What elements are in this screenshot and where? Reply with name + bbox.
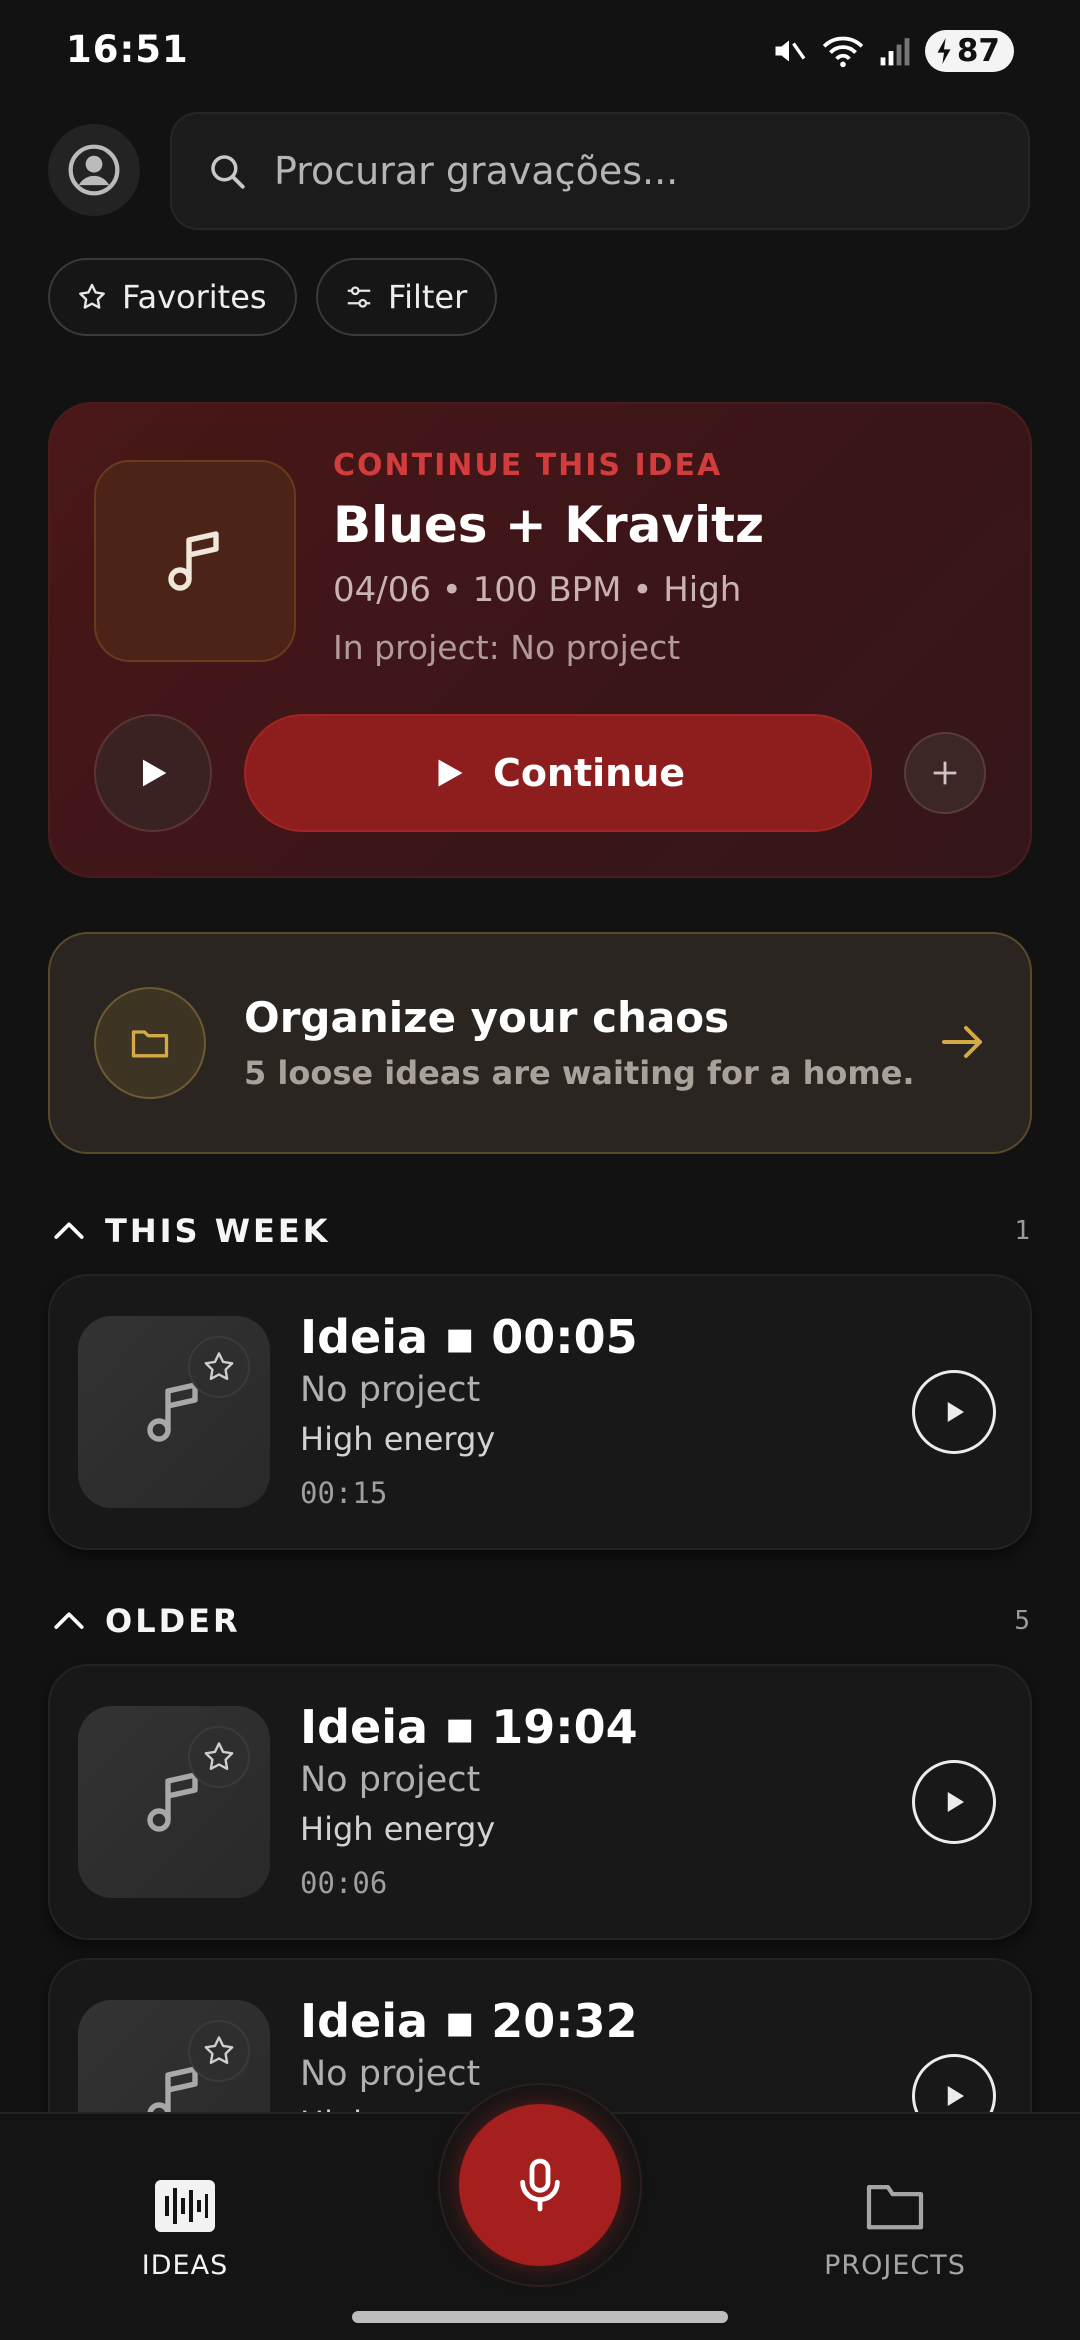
waveform-icon bbox=[130, 2180, 240, 2232]
continue-label: Continue bbox=[492, 751, 686, 795]
play-icon bbox=[431, 755, 467, 791]
filter-label: Filter bbox=[388, 278, 468, 316]
search-icon bbox=[206, 150, 248, 192]
continue-title: Blues + Kravitz bbox=[333, 496, 765, 554]
nav-ideas-label: IDEAS bbox=[141, 2250, 229, 2281]
play-icon bbox=[939, 2081, 969, 2111]
idea-title: Ideia ▪ 19:04 bbox=[300, 1700, 638, 1754]
idea-artwork bbox=[94, 460, 296, 662]
idea-title: Ideia ▪ 20:32 bbox=[300, 1994, 638, 2048]
mute-icon bbox=[771, 33, 807, 69]
star-icon bbox=[201, 1349, 237, 1385]
battery-icon: 87 bbox=[924, 30, 1014, 72]
continue-eyebrow: CONTINUE THIS IDEA bbox=[333, 448, 723, 483]
wifi-icon bbox=[821, 33, 865, 69]
play-button[interactable] bbox=[912, 1760, 996, 1844]
plus-icon bbox=[928, 756, 962, 790]
avatar-icon bbox=[66, 142, 122, 198]
add-to-project-button[interactable] bbox=[904, 732, 986, 814]
filter-icon bbox=[344, 282, 374, 312]
favorite-star-button[interactable] bbox=[188, 1726, 250, 1788]
section-title-this-week[interactable]: THIS WEEK bbox=[105, 1212, 331, 1250]
favorites-chip[interactable]: Favorites bbox=[48, 258, 297, 336]
star-icon bbox=[201, 2033, 237, 2069]
microphone-icon bbox=[508, 2153, 572, 2217]
music-note-icon bbox=[159, 525, 231, 597]
nav-projects-label: PROJECTS bbox=[824, 2250, 966, 2281]
favorite-star-button[interactable] bbox=[188, 2020, 250, 2082]
continue-meta: 04/06 • 100 BPM • High bbox=[333, 570, 742, 610]
continue-button[interactable]: Continue bbox=[244, 714, 872, 832]
play-icon bbox=[133, 753, 173, 793]
play-icon bbox=[939, 1787, 969, 1817]
organize-title: Organize your chaos bbox=[244, 993, 730, 1042]
idea-title: Ideia ▪ 00:05 bbox=[300, 1310, 638, 1364]
idea-energy: High energy bbox=[300, 1420, 496, 1458]
battery-level: 87 bbox=[956, 33, 1000, 69]
home-indicator[interactable] bbox=[352, 2311, 728, 2323]
idea-project: No project bbox=[300, 2054, 481, 2094]
organize-subtitle: 5 loose ideas are waiting for a home. bbox=[244, 1054, 915, 1092]
folder-badge bbox=[94, 987, 206, 1099]
status-time: 16:51 bbox=[66, 28, 189, 71]
play-preview-button[interactable] bbox=[94, 714, 212, 832]
star-icon bbox=[76, 281, 108, 313]
filter-chip[interactable]: Filter bbox=[316, 258, 498, 336]
idea-project: No project bbox=[300, 1370, 481, 1410]
nav-ideas-tab[interactable]: IDEAS bbox=[130, 2180, 240, 2281]
idea-duration: 00:15 bbox=[300, 1476, 388, 1510]
chevron-up-icon[interactable] bbox=[52, 1216, 86, 1244]
record-button[interactable] bbox=[459, 2104, 621, 2266]
search-input[interactable]: Procurar gravações... bbox=[170, 112, 1030, 230]
arrow-right-icon[interactable] bbox=[940, 1022, 988, 1062]
chevron-up-icon[interactable] bbox=[52, 1606, 86, 1634]
continue-project: In project: No project bbox=[333, 628, 681, 667]
idea-energy: High energy bbox=[300, 1810, 496, 1848]
idea-project: No project bbox=[300, 1760, 481, 1800]
folder-icon bbox=[800, 2180, 990, 2232]
section-title-older[interactable]: OLDER bbox=[105, 1602, 241, 1640]
search-placeholder: Procurar gravações... bbox=[274, 149, 679, 193]
status-icons: 87 bbox=[771, 30, 1014, 72]
play-icon bbox=[939, 1397, 969, 1427]
section-count: 1 bbox=[1014, 1216, 1030, 1246]
idea-duration: 00:06 bbox=[300, 1866, 388, 1900]
favorite-star-button[interactable] bbox=[188, 1336, 250, 1398]
star-icon bbox=[201, 1739, 237, 1775]
folder-icon bbox=[128, 1021, 172, 1065]
profile-button[interactable] bbox=[48, 124, 140, 216]
favorites-label: Favorites bbox=[122, 278, 267, 316]
section-count: 5 bbox=[1014, 1606, 1030, 1636]
signal-icon bbox=[879, 35, 911, 67]
nav-projects-tab[interactable]: PROJECTS bbox=[800, 2180, 990, 2281]
play-button[interactable] bbox=[912, 1370, 996, 1454]
